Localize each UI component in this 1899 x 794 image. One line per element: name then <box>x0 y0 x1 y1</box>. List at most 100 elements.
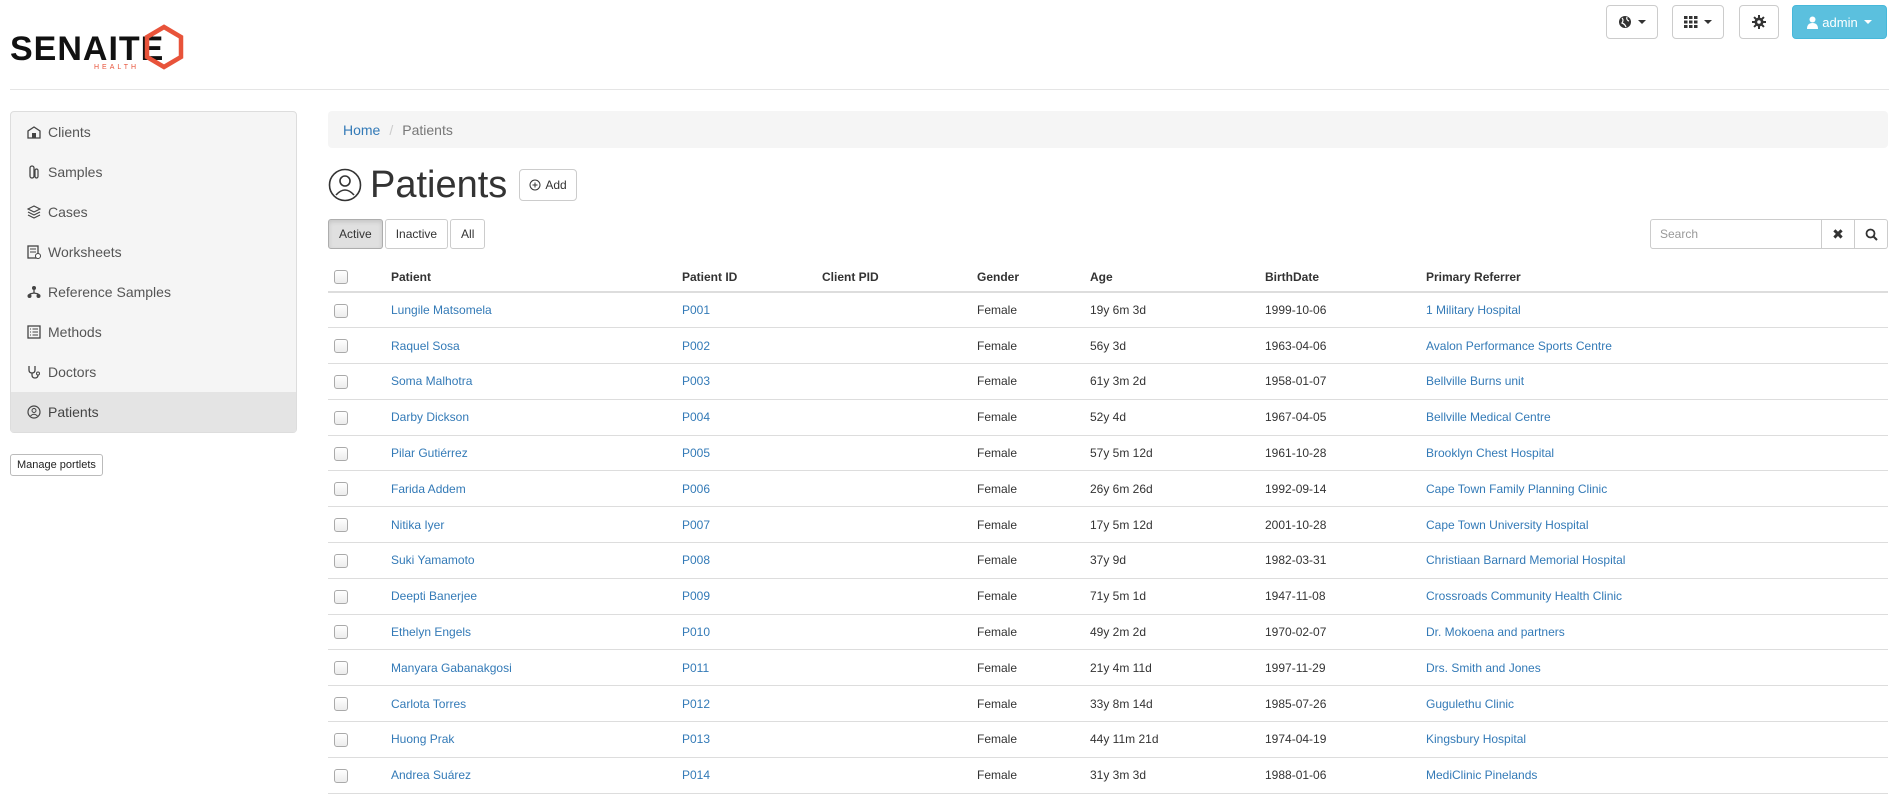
primary-referrer-link[interactable]: Gugulethu Clinic <box>1426 697 1514 711</box>
primary-referrer-link[interactable]: Cape Town Family Planning Clinic <box>1426 482 1607 496</box>
add-button[interactable]: Add <box>519 169 577 201</box>
patient-id-link[interactable]: P013 <box>682 732 710 746</box>
patient-id-link[interactable]: P002 <box>682 339 710 353</box>
filter-active-button[interactable]: Active <box>328 219 383 249</box>
sidebar-item-reference-samples[interactable]: Reference Samples <box>11 272 296 312</box>
sidebar-item-methods[interactable]: Methods <box>11 312 296 352</box>
patient-id-link[interactable]: P006 <box>682 482 710 496</box>
primary-referrer-link[interactable]: MediClinic Pinelands <box>1426 768 1537 782</box>
patient-name-link[interactable]: Raquel Sosa <box>391 339 460 353</box>
birthdate-cell: 2001-10-28 <box>1265 517 1327 532</box>
row-checkbox[interactable] <box>334 697 348 712</box>
column-header-gender[interactable]: Gender <box>977 262 1090 293</box>
select-all-checkbox[interactable] <box>334 269 348 284</box>
primary-referrer-link[interactable]: Brooklyn Chest Hospital <box>1426 446 1554 460</box>
primary-referrer-link[interactable]: Avalon Performance Sports Centre <box>1426 339 1612 353</box>
primary-referrer-link[interactable]: Kingsbury Hospital <box>1426 732 1526 746</box>
table-row: Manyara Gabanakgosi P011 Female 21y 4m 11d 1… <box>328 649 1888 687</box>
patient-id-link[interactable]: P014 <box>682 768 710 782</box>
age-cell: 31y 3m 3d <box>1090 768 1147 783</box>
search-input[interactable] <box>1650 219 1822 249</box>
patient-name-link[interactable]: Farida Addem <box>391 482 466 496</box>
primary-referrer-link[interactable]: Bellville Burns unit <box>1426 374 1524 388</box>
row-checkbox[interactable] <box>334 518 348 533</box>
patient-name-link[interactable]: Carlota Torres <box>391 697 466 711</box>
gender-cell: Female <box>977 481 1018 496</box>
breadcrumb: Home / Patients <box>328 111 1888 148</box>
patient-name-link[interactable]: Pilar Gutiérrez <box>391 446 468 460</box>
patient-name-link[interactable]: Deepti Banerjee <box>391 589 477 603</box>
birthdate-cell: 1999-10-06 <box>1265 303 1327 318</box>
row-checkbox[interactable] <box>334 446 348 461</box>
patient-id-link[interactable]: P004 <box>682 410 710 424</box>
clear-search-button[interactable]: ✖ <box>1822 219 1855 249</box>
patient-name-link[interactable]: Suki Yamamoto <box>391 553 475 567</box>
row-checkbox[interactable] <box>334 732 348 747</box>
column-header-primary-referrer[interactable]: Primary Referrer <box>1426 262 1888 293</box>
row-checkbox[interactable] <box>334 661 348 676</box>
row-checkbox[interactable] <box>334 482 348 497</box>
row-checkbox[interactable] <box>334 625 348 640</box>
patient-id-link[interactable]: P005 <box>682 446 710 460</box>
sidebar-item-doctors[interactable]: Doctors <box>11 352 296 392</box>
row-checkbox[interactable] <box>334 374 348 389</box>
age-cell: 19y 6m 3d <box>1090 303 1147 318</box>
patient-name-link[interactable]: Manyara Gabanakgosi <box>391 661 512 675</box>
patient-name-link[interactable]: Soma Malhotra <box>391 374 472 388</box>
patient-id-link[interactable]: P001 <box>682 303 710 317</box>
row-checkbox[interactable] <box>334 553 348 568</box>
primary-referrer-link[interactable]: Drs. Smith and Jones <box>1426 661 1541 675</box>
column-header-client-pid[interactable]: Client PID <box>822 262 977 293</box>
breadcrumb-home-link[interactable]: Home <box>343 122 380 138</box>
row-checkbox[interactable] <box>334 589 348 604</box>
patient-name-link[interactable]: Andrea Suárez <box>391 768 471 782</box>
filter-inactive-button[interactable]: Inactive <box>384 219 449 249</box>
row-checkbox[interactable] <box>334 339 348 354</box>
logo-subtext: HEALTH <box>94 64 140 71</box>
apps-button[interactable] <box>1672 5 1724 39</box>
primary-referrer-link[interactable]: Cape Town University Hospital <box>1426 518 1589 532</box>
primary-referrer-link[interactable]: Dr. Mokoena and partners <box>1426 625 1565 639</box>
patient-id-link[interactable]: P003 <box>682 374 710 388</box>
settings-button[interactable] <box>1739 5 1779 39</box>
sidebar-item-clients[interactable]: Clients <box>11 112 296 152</box>
sidebar-item-samples[interactable]: Samples <box>11 152 296 192</box>
sidebar-item-label: Clients <box>48 124 91 140</box>
header-divider <box>10 89 1889 90</box>
gender-cell: Female <box>977 589 1018 604</box>
patient-name-link[interactable]: Darby Dickson <box>391 410 469 424</box>
patient-name-link[interactable]: Ethelyn Engels <box>391 625 471 639</box>
filter-all-button[interactable]: All <box>450 219 486 249</box>
patient-name-link[interactable]: Lungile Matsomela <box>391 303 492 317</box>
patient-id-link[interactable]: P012 <box>682 697 710 711</box>
sidebar-item-worksheets[interactable]: Worksheets <box>11 232 296 272</box>
language-button[interactable] <box>1606 5 1658 39</box>
sidebar-item-patients[interactable]: Patients <box>11 392 296 432</box>
column-header-patient-id[interactable]: Patient ID <box>682 262 822 293</box>
patient-id-link[interactable]: P008 <box>682 553 710 567</box>
patient-id-link[interactable]: P009 <box>682 589 710 603</box>
primary-referrer-link[interactable]: Christiaan Barnard Memorial Hospital <box>1426 553 1625 567</box>
column-header-birthdate[interactable]: BirthDate <box>1265 262 1426 293</box>
add-button-label: Add <box>545 178 567 192</box>
column-header-patient[interactable]: Patient <box>391 262 682 293</box>
user-menu-button[interactable]: admin <box>1792 5 1887 39</box>
primary-referrer-link[interactable]: Crossroads Community Health Clinic <box>1426 589 1622 603</box>
row-checkbox[interactable] <box>334 410 348 425</box>
patient-name-link[interactable]: Nitika Iyer <box>391 518 444 532</box>
age-cell: 49y 2m 2d <box>1090 625 1147 640</box>
row-checkbox[interactable] <box>334 768 348 783</box>
patient-id-link[interactable]: P007 <box>682 518 710 532</box>
patient-id-link[interactable]: P011 <box>682 661 709 675</box>
patient-name-link[interactable]: Huong Prak <box>391 732 454 746</box>
sidebar-item-cases[interactable]: Cases <box>11 192 296 232</box>
patient-id-link[interactable]: P010 <box>682 625 710 639</box>
search-button[interactable] <box>1855 219 1888 249</box>
primary-referrer-link[interactable]: 1 Military Hospital <box>1426 303 1521 317</box>
row-checkbox[interactable] <box>334 303 348 318</box>
manage-portlets-button[interactable]: Manage portlets <box>10 454 103 476</box>
review-state-filters: Active Inactive All <box>328 219 486 249</box>
birthdate-cell: 1985-07-26 <box>1265 696 1327 711</box>
column-header-age[interactable]: Age <box>1090 262 1265 293</box>
primary-referrer-link[interactable]: Bellville Medical Centre <box>1426 410 1551 424</box>
